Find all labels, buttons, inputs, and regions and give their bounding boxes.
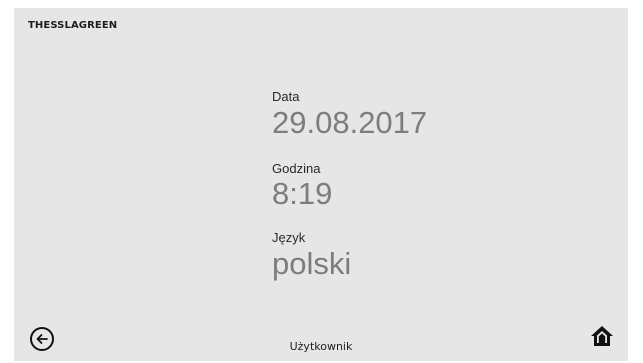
brand-logo: THESSLAGREEN [28, 20, 118, 31]
home-button[interactable] [590, 325, 614, 347]
date-value[interactable]: 29.08.2017 [272, 107, 427, 138]
footer-title: Użytkownik [289, 340, 353, 353]
language-label: Język [272, 230, 306, 245]
date-label: Data [272, 89, 300, 104]
time-value[interactable]: 8:19 [272, 178, 332, 209]
time-label: Godzina [272, 161, 321, 176]
language-value[interactable]: polski [272, 248, 351, 279]
device-screen: THESSLAGREEN Data 29.08.2017 Godzina 8:1… [14, 8, 628, 361]
home-icon [591, 326, 613, 346]
